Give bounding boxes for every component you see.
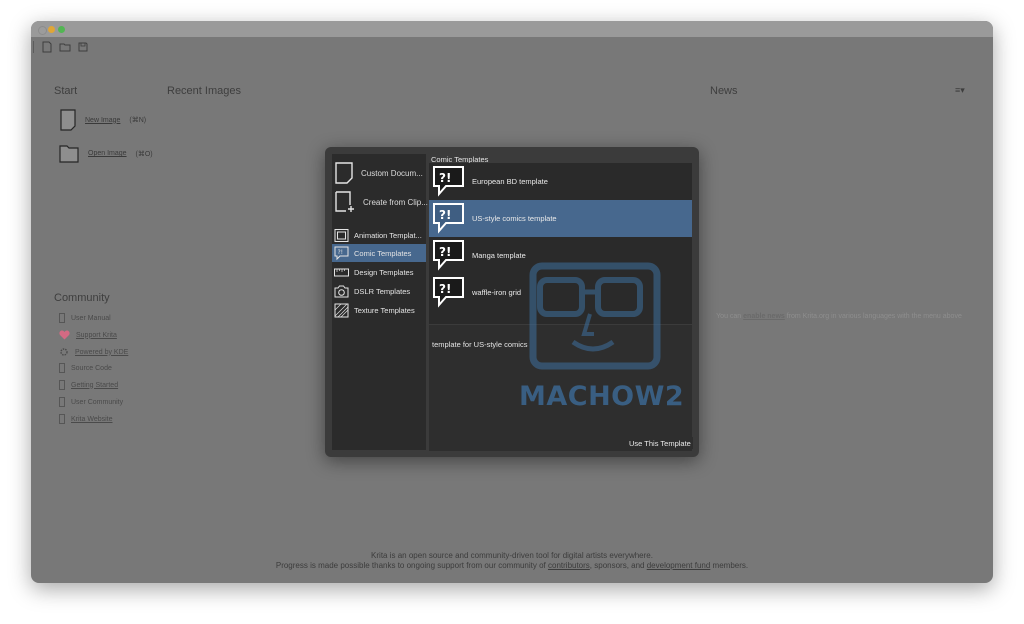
save-icon[interactable] — [77, 41, 89, 53]
template-category-sidebar: Custom Docum... Create from Clip... Anim… — [332, 154, 428, 450]
community-item-label: Powered by KDE — [75, 348, 129, 356]
enable-news-link[interactable]: enable news — [743, 313, 785, 320]
comic-template-icon: ?! — [433, 239, 464, 271]
title-bar — [31, 21, 993, 37]
custom-document-icon — [335, 162, 353, 184]
open-image-shortcut: (⌘O) — [135, 150, 153, 158]
option-label: Custom Docum... — [361, 168, 423, 178]
svg-text:?!: ?! — [439, 171, 451, 185]
footer-line-1: Krita is an open source and community-dr… — [371, 551, 653, 560]
open-image-item[interactable]: Open Image (⌘O) — [59, 144, 153, 163]
news-menu-button[interactable]: ≡▾ — [955, 85, 965, 96]
option-label: Create from Clip... — [363, 197, 428, 207]
bookmark-icon — [59, 414, 65, 424]
community-item-label: Getting Started — [71, 381, 119, 389]
community-item-label: Support Krita — [76, 331, 117, 339]
category-label: Texture Templates — [354, 305, 415, 315]
texture-icon — [334, 303, 349, 317]
toolbar-handle — [33, 41, 34, 53]
film-icon — [334, 228, 349, 242]
create-from-clipboard-option[interactable]: Create from Clip... — [335, 191, 428, 213]
user-manual-link[interactable]: User Manual — [59, 312, 111, 324]
template-label: Manga template — [472, 251, 526, 260]
toolbar — [31, 37, 993, 59]
close-window-button[interactable] — [38, 26, 47, 35]
kde-gear-icon — [60, 348, 68, 356]
template-us-style-comics[interactable]: ?! US-style comics template — [429, 200, 692, 237]
category-label: Animation Templat... — [354, 230, 422, 240]
svg-text:?!: ?! — [439, 282, 451, 296]
new-image-shortcut: (⌘N) — [129, 117, 147, 124]
source-code-link[interactable]: Source Code — [59, 362, 112, 374]
bookmark-icon — [59, 313, 65, 323]
community-item-label: Source Code — [71, 364, 112, 372]
category-dslr[interactable]: DSLR Templates — [332, 282, 426, 300]
footer-line-2: Progress is made possible thanks to ongo… — [275, 561, 749, 570]
getting-started-link[interactable]: Getting Started — [59, 379, 118, 391]
community-item-label: Krita Website — [71, 415, 113, 423]
new-image-item[interactable]: New Image (⌘N) — [60, 109, 146, 131]
category-label: Design Templates — [354, 267, 414, 277]
minimize-window-button[interactable] — [48, 26, 55, 33]
folder-icon — [59, 145, 79, 163]
support-krita-link[interactable]: Support Krita — [59, 329, 117, 341]
svg-text:?!: ?! — [439, 208, 451, 222]
comic-template-icon: ?! — [433, 276, 464, 308]
use-this-template-button[interactable]: Use This Template — [627, 437, 693, 449]
category-label: Comic Templates — [354, 248, 412, 258]
heart-icon — [59, 330, 70, 340]
comic-template-icon: ?! — [433, 165, 464, 197]
maximize-window-button[interactable] — [58, 26, 65, 33]
news-title: News — [710, 85, 738, 97]
svg-text:?!: ?! — [338, 249, 344, 256]
community-item-label: User Manual — [71, 314, 111, 322]
bookmark-icon — [59, 380, 65, 390]
template-label: European BD template — [472, 177, 548, 186]
comic-template-icon: ?! — [433, 202, 464, 234]
category-design[interactable]: Design Templates — [332, 263, 426, 281]
category-comic[interactable]: ?! Comic Templates — [332, 244, 426, 262]
new-image-link[interactable]: New Image — [85, 117, 120, 124]
recent-images-title: Recent Images — [167, 85, 241, 97]
machow2-watermark-text: MACHOW2 — [519, 381, 685, 412]
svg-text:?!: ?! — [439, 245, 451, 259]
new-document-icon[interactable] — [41, 41, 53, 53]
open-folder-icon[interactable] — [59, 41, 71, 53]
news-empty-message: You can enable news from Krita.org in va… — [716, 313, 962, 320]
template-european-bd[interactable]: ?! European BD template — [429, 163, 692, 200]
powered-by-kde-link[interactable]: Powered by KDE — [59, 346, 128, 358]
new-document-icon — [60, 109, 76, 131]
template-label: US-style comics template — [472, 214, 557, 223]
community-item-label: User Community — [71, 398, 124, 406]
clipboard-new-icon — [335, 191, 354, 212]
krita-website-link[interactable]: Krita Website — [59, 413, 113, 425]
category-animation[interactable]: Animation Templat... — [332, 226, 426, 244]
template-label: waffle-iron grid — [472, 288, 522, 297]
community-title: Community — [54, 292, 110, 304]
start-title: Start — [54, 85, 78, 97]
contributors-link[interactable]: contributors — [548, 561, 590, 570]
comic-bubble-icon: ?! — [334, 246, 349, 260]
camera-icon — [334, 285, 349, 297]
category-texture[interactable]: Texture Templates — [332, 301, 426, 319]
open-image-link[interactable]: Open Image — [88, 150, 127, 157]
template-description: template for US-style comics — [432, 340, 528, 349]
bookmark-icon — [59, 397, 65, 407]
custom-document-option[interactable]: Custom Docum... — [335, 162, 423, 184]
ruler-icon — [334, 268, 349, 276]
category-label: DSLR Templates — [354, 286, 411, 296]
user-community-link[interactable]: User Community — [59, 396, 123, 408]
development-fund-link[interactable]: development fund — [647, 561, 711, 570]
footer: Krita is an open source and community-dr… — [0, 551, 1024, 571]
bookmark-icon — [59, 363, 65, 373]
